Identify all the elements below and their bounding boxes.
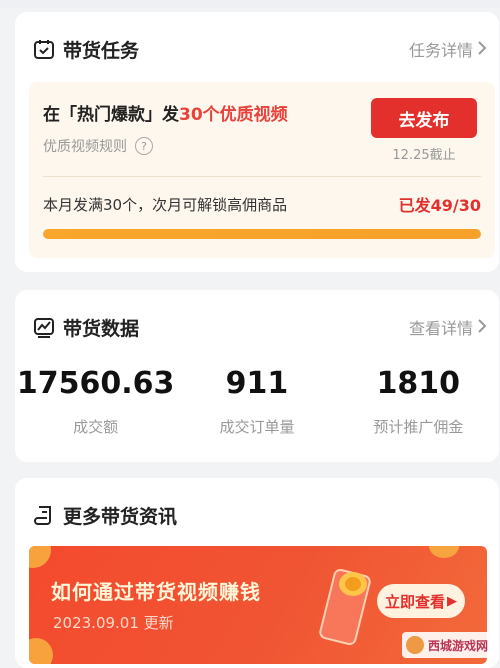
stat-label: 成交额 [73, 418, 119, 436]
stat-label: 预计推广佣金 [373, 418, 464, 436]
progress-count: 已发49/30 [398, 196, 481, 215]
task-title: 在「热门爆款」发30个优质视频 [43, 100, 288, 125]
stat-value: 1810 [376, 366, 461, 401]
banner-title: 如何通过带货视频赚钱 [51, 580, 261, 604]
chevron-right-icon [477, 318, 487, 337]
task-details-label: 任务详情 [408, 41, 473, 60]
stat-commission[interactable]: 1810 预计推广佣金 [338, 366, 499, 446]
info-card-header: 更多带货资讯 [33, 500, 487, 530]
stat-label: 成交订单量 [219, 418, 295, 436]
view-now-label: 立即查看 [384, 592, 445, 611]
task-card-title: 带货任务 [63, 39, 140, 62]
scroll-icon [33, 504, 55, 526]
progress-description: 本月发满30个，次月可解锁高佣商品 [43, 196, 288, 214]
task-card-header: 带货任务 任务详情 [33, 34, 487, 64]
info-card-title: 更多带货资讯 [63, 505, 178, 528]
coin-decoration [29, 546, 51, 568]
progress-bar-fill [43, 229, 481, 239]
publish-button[interactable]: 去发布 [371, 98, 477, 138]
task-details-link[interactable]: 任务详情 [409, 37, 487, 61]
progress-bar [43, 229, 481, 239]
watermark-logo-icon [406, 636, 424, 654]
view-now-button[interactable]: 立即查看 ▶ [377, 584, 465, 618]
watermark: 西城游戏网 [402, 632, 494, 658]
data-card-header: 带货数据 查看详情 [33, 312, 487, 342]
data-card-title: 带货数据 [63, 317, 140, 340]
stat-value: 911 [225, 366, 289, 401]
help-circle-icon: ? [135, 137, 153, 155]
stats-row: 17560.63 成交额 911 成交订单量 1810 预计推广佣金 [15, 366, 499, 446]
task-card: 带货任务 任务详情 在「热门爆款」发30个优质视频 优质视频规则 ? 去发布 1… [15, 12, 499, 272]
top-strip [0, 0, 500, 8]
chart-line-icon [33, 316, 55, 338]
coin-decoration [29, 638, 53, 664]
rule-label: 优质视频规则 [43, 139, 127, 155]
chevron-right-icon [477, 40, 487, 59]
stat-gmv[interactable]: 17560.63 成交额 [15, 366, 176, 446]
divider [43, 176, 481, 177]
data-card: 带货数据 查看详情 17560.63 成交额 911 成交订单量 1810 预计… [15, 290, 499, 462]
task-box: 在「热门爆款」发30个优质视频 优质视频规则 ? 去发布 12.25截止 本月发… [29, 82, 495, 258]
deadline-text: 12.25截止 [392, 148, 456, 163]
coin-decoration [429, 546, 459, 558]
stat-orders[interactable]: 911 成交订单量 [176, 366, 337, 446]
phone-coin-illustration [319, 568, 371, 646]
data-details-link[interactable]: 查看详情 [409, 315, 487, 339]
play-arrow-icon: ▶ [447, 593, 457, 609]
task-title-prefix: 在「热门爆款」发 [43, 105, 179, 125]
stat-value: 17560.63 [16, 366, 175, 401]
quality-video-rule-link[interactable]: 优质视频规则 ? [43, 136, 153, 156]
task-title-highlight: 30个优质视频 [179, 105, 288, 125]
banner-date: 2023.09.01 更新 [53, 614, 174, 632]
watermark-text: 西城游戏网 [428, 638, 489, 653]
calendar-check-icon [33, 38, 55, 60]
data-details-label: 查看详情 [408, 319, 473, 338]
